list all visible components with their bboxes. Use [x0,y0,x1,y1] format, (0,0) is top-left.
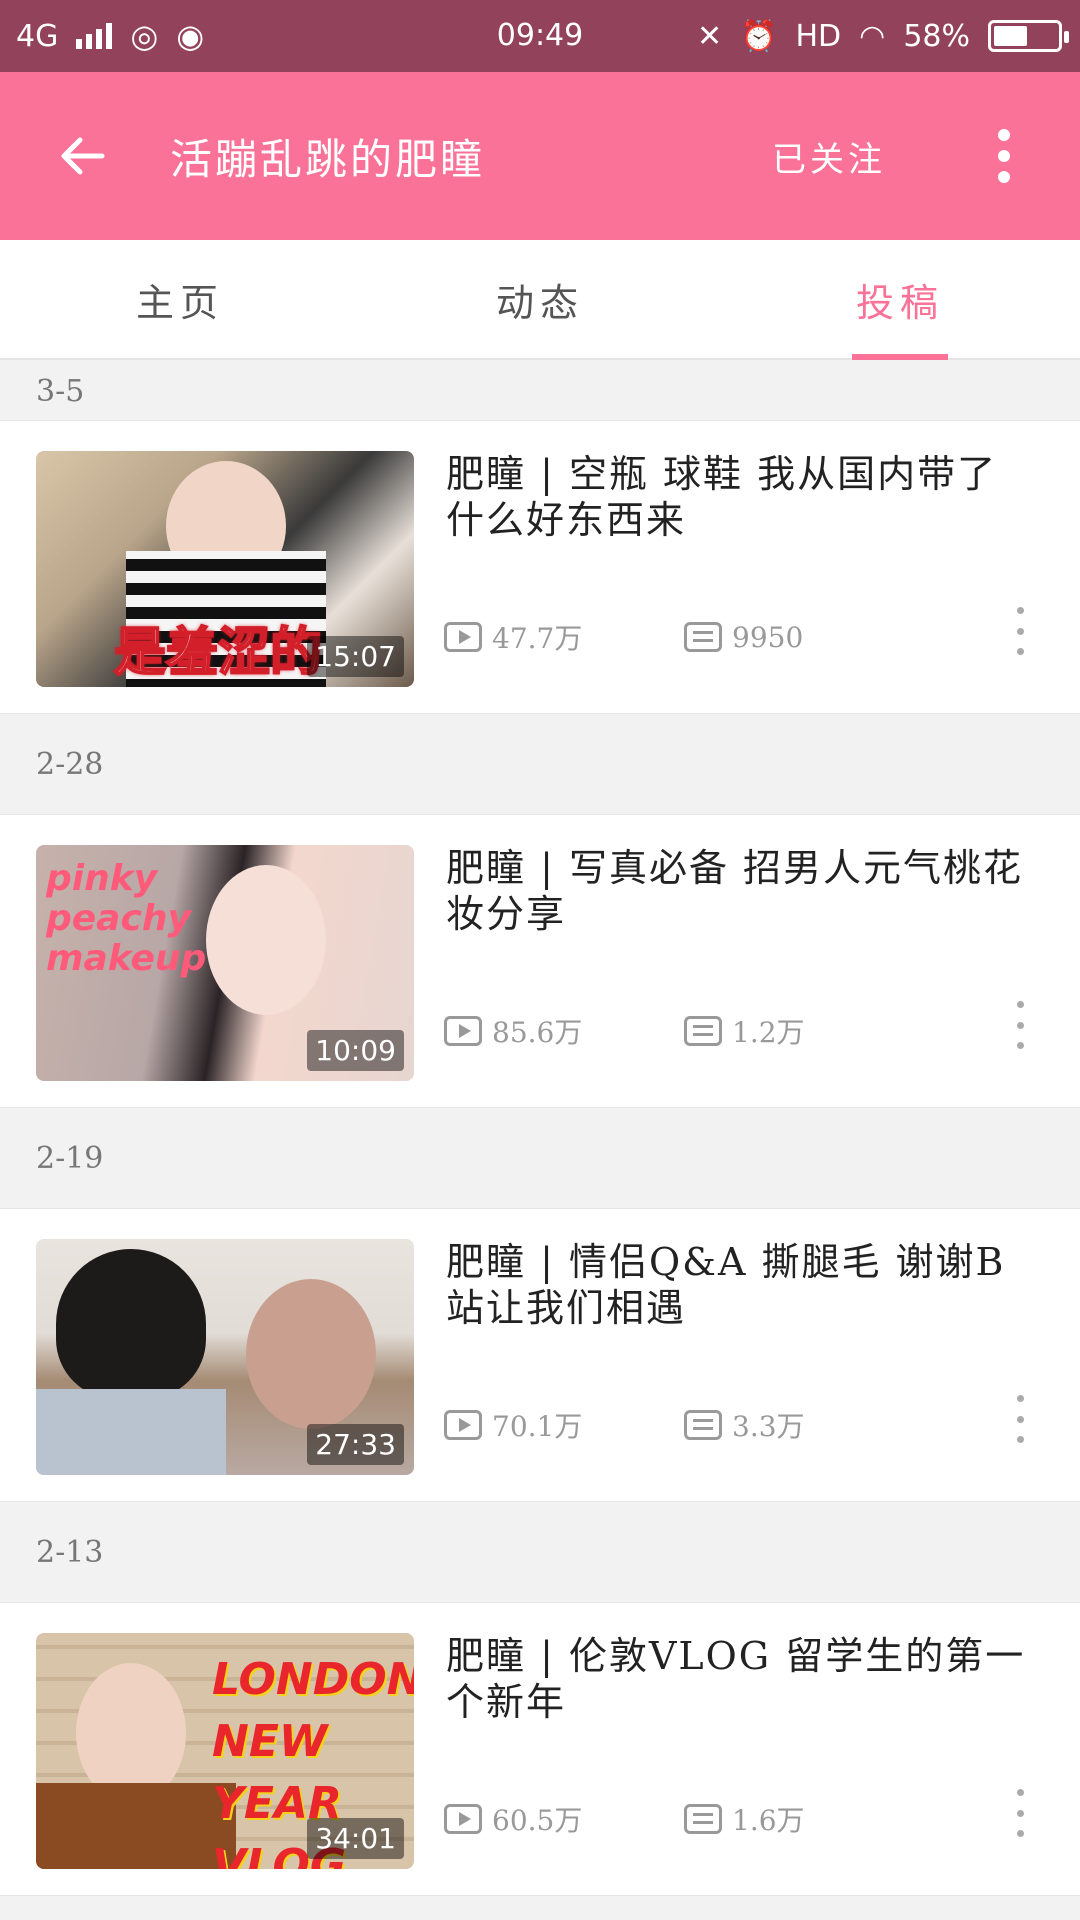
video-duration: 10:09 [307,1030,404,1071]
video-more-button[interactable] [1010,607,1030,655]
thumb-jacket-shape [36,1783,236,1869]
back-button[interactable] [0,72,170,240]
video-title-line: 肥瞳 | 空瓶 球鞋 我从国内带了 [446,452,998,496]
video-thumbnail[interactable]: 27:33 [36,1239,414,1475]
battery-percent: 58% [903,18,970,54]
video-title-line: 站让我们相遇 [446,1286,687,1330]
video-stats: 70.1万 3.3万 [444,1405,924,1445]
back-arrow-icon [61,137,105,175]
sync-icon: ◎ [130,17,159,55]
video-thumbnail[interactable]: pinky peachy makeup 10:09 [36,845,414,1081]
more-dot-icon [998,171,1010,183]
app-bar: 活蹦乱跳的肥瞳 已关注 [0,72,1080,240]
status-bar: 4G ◎ ◉ 09:49 ✕ ⏰ HD ◠ 58% [0,0,1080,72]
tab-bar: 主页 动态 投稿 [0,240,1080,360]
danmaku-count-value: 9950 [732,620,804,654]
view-count-value: 60.5万 [492,1804,583,1837]
view-count: 60.5万 [444,1799,684,1839]
video-duration: 15:07 [307,636,404,677]
play-count-icon [444,1016,482,1046]
video-duration: 27:33 [307,1424,404,1465]
battery-icon [988,20,1069,52]
view-count-value: 85.6万 [492,1016,583,1049]
thumb-overlay-text: pinky peachy makeup [46,858,207,979]
thumb-hair-shape [56,1249,206,1399]
tab-submissions[interactable]: 投稿 [720,240,1080,358]
danmaku-icon [684,1410,722,1440]
video-title[interactable]: 肥瞳 | 写真必备 招男人元气桃花 妆分享 [446,845,1046,937]
mute-icon: ✕ [696,18,723,54]
video-title[interactable]: 肥瞳 | 空瓶 球鞋 我从国内带了 什么好东西来 [446,451,1046,543]
thumb-face-shape [206,865,326,1015]
video-more-button[interactable] [1010,1789,1030,1837]
video-title[interactable]: 肥瞳 | 情侣Q&A 撕腿毛 谢谢B 站让我们相遇 [446,1239,1046,1331]
video-thumbnail[interactable]: LONDON NEW YEAR VLOG 34:01 [36,1633,414,1869]
video-stats: 60.5万 1.6万 [444,1799,924,1839]
danmaku-count-value: 1.6万 [732,1804,805,1837]
tab-dynamic[interactable]: 动态 [360,240,720,358]
view-count-value: 47.7万 [492,622,583,655]
danmaku-count: 3.3万 [684,1405,924,1445]
thumb-face-shape [76,1663,186,1803]
video-title-line: 肥瞳 | 情侣Q&A 撕腿毛 谢谢B [446,1240,1006,1284]
network-type: 4G [16,18,59,54]
hd-label: HD [795,18,842,54]
date-header: 2-28 [0,714,1080,814]
video-card[interactable]: 27:33 肥瞳 | 情侣Q&A 撕腿毛 谢谢B 站让我们相遇 70.1万 3.… [0,1208,1080,1502]
video-card[interactable]: LONDON NEW YEAR VLOG 34:01 肥瞳 | 伦敦VLOG 留… [0,1602,1080,1896]
view-count: 85.6万 [444,1011,684,1051]
weibo-icon: ◉ [176,17,205,55]
danmaku-icon [684,1804,722,1834]
danmaku-icon [684,1016,722,1046]
signal-icon [76,23,113,49]
danmaku-count-value: 3.3万 [732,1410,805,1443]
video-card[interactable]: 是羞涩的 15:07 肥瞳 | 空瓶 球鞋 我从国内带了 什么好东西来 47.7… [0,420,1080,714]
alarm-icon: ⏰ [740,18,778,54]
status-left: 4G ◎ ◉ [16,17,204,55]
play-count-icon [444,1410,482,1440]
danmaku-count-value: 1.2万 [732,1016,805,1049]
play-count-icon [444,622,482,652]
follow-button[interactable]: 已关注 [772,132,886,181]
video-stats: 85.6万 1.2万 [444,1011,924,1051]
video-title-line: 什么好东西来 [446,498,687,542]
date-header: 3-5 [0,362,1080,420]
thumb-overlay-text: 是羞涩的 [113,622,323,684]
wifi-icon: ◠ [859,18,886,54]
danmaku-count: 9950 [684,621,924,654]
view-count: 47.7万 [444,617,684,657]
video-duration: 34:01 [307,1818,404,1859]
video-more-button[interactable] [1010,1395,1030,1443]
video-card[interactable]: pinky peachy makeup 10:09 肥瞳 | 写真必备 招男人元… [0,814,1080,1108]
danmaku-count: 1.6万 [684,1799,924,1839]
more-dot-icon [998,129,1010,141]
status-right: ✕ ⏰ HD ◠ 58% [696,18,1069,54]
view-count-value: 70.1万 [492,1410,583,1443]
more-dot-icon [998,150,1010,162]
video-stats: 47.7万 9950 [444,617,924,657]
video-title-line: 肥瞳 | 写真必备 招男人元气桃花 [446,846,1024,890]
video-list: 3-5 是羞涩的 15:07 肥瞳 | 空瓶 球鞋 我从国内带了 什么好东西来 … [0,362,1080,1896]
thumb-shirt-shape [36,1389,226,1475]
video-title[interactable]: 肥瞳 | 伦敦VLOG 留学生的第一 个新年 [446,1633,1046,1725]
view-count: 70.1万 [444,1405,684,1445]
danmaku-count: 1.2万 [684,1011,924,1051]
page-title: 活蹦乱跳的肥瞳 [170,134,486,184]
danmaku-icon [684,622,722,652]
play-count-icon [444,1804,482,1834]
tab-home[interactable]: 主页 [0,240,360,358]
video-title-line: 肥瞳 | 伦敦VLOG 留学生的第一 [446,1634,1026,1678]
video-thumbnail[interactable]: 是羞涩的 15:07 [36,451,414,687]
video-title-line: 个新年 [446,1680,567,1724]
date-header: 2-19 [0,1108,1080,1208]
date-header: 2-13 [0,1502,1080,1602]
thumb-face-shape [246,1279,376,1429]
video-title-line: 妆分享 [446,892,567,936]
video-more-button[interactable] [1010,1001,1030,1049]
more-menu-button[interactable] [974,72,1034,240]
